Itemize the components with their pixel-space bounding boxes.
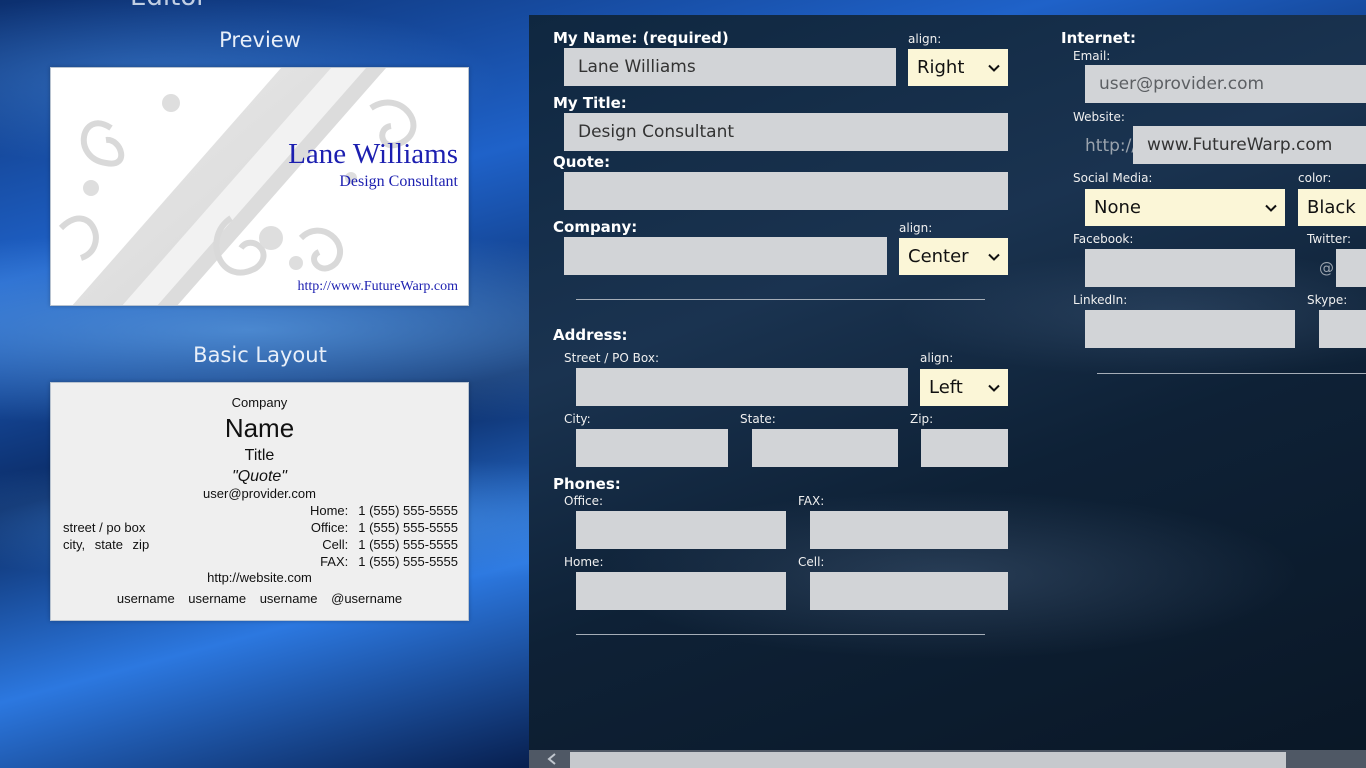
phone-label: Home: (309, 503, 349, 518)
layout-phone-row: Office: 1 (555) 555-5555 (310, 519, 458, 536)
facebook-input[interactable] (1085, 249, 1295, 287)
title-label: My Title: (553, 94, 627, 112)
twitter-input[interactable] (1336, 249, 1366, 287)
phones-label: Phones: (553, 475, 621, 493)
company-label: Company: (553, 218, 638, 236)
layout-phone-row: Home: 1 (555) 555-5555 (310, 502, 458, 519)
layout-company: Company (231, 395, 288, 410)
app-title: Editor (130, 0, 207, 12)
phone-label: FAX: (320, 554, 349, 569)
phone-label: Office: (310, 520, 349, 535)
address-align-label: align: (920, 351, 954, 365)
cell-phone-input[interactable] (810, 572, 1008, 610)
office-phone-input[interactable] (576, 511, 786, 549)
section-divider (1097, 373, 1366, 374)
layout-street: street / po box (63, 520, 146, 535)
street-input[interactable] (576, 368, 908, 406)
company-align-select[interactable]: Center (899, 238, 1008, 275)
skype-input[interactable] (1319, 310, 1366, 348)
layout-name: Name (224, 413, 295, 443)
zip-label: Zip: (910, 412, 934, 426)
phone-value: 1 (555) 555-5555 (358, 537, 458, 552)
skype-label: Skype: (1307, 293, 1348, 307)
basic-layout-card: Company Name Title "Quote" user@provider… (50, 382, 469, 621)
basic-layout-heading: Basic Layout (193, 343, 327, 367)
preview-heading: Preview (219, 28, 301, 52)
cell-phone-label: Cell: (798, 555, 825, 569)
preview-card-name: Lane Williams (288, 138, 458, 170)
name-align-value: Right (917, 57, 965, 78)
phone-label: Cell: (322, 537, 349, 552)
layout-title: Title (244, 447, 275, 464)
layout-city: city, state zip (63, 537, 150, 552)
layout-social: username username username @username (116, 591, 403, 606)
preview-card-title: Design Consultant (339, 173, 458, 190)
website-input[interactable]: www.FutureWarp.com (1133, 126, 1366, 164)
name-label: My Name: (required) (553, 29, 729, 47)
quote-label: Quote: (553, 153, 611, 171)
social-media-value: None (1094, 197, 1141, 218)
preview-card-website: http://www.FutureWarp.com (297, 279, 459, 294)
name-align-select[interactable]: Right (908, 49, 1008, 86)
street-label: Street / PO Box: (564, 351, 659, 365)
layout-phones: Home: 1 (555) 555-5555 Office: 1 (555) 555… (310, 502, 458, 570)
company-align-label: align: (899, 221, 933, 235)
fax-label: FAX: (798, 494, 825, 508)
layout-email: user@provider.com (203, 486, 316, 501)
twitter-label: Twitter: (1307, 232, 1352, 246)
email-input[interactable]: user@provider.com (1085, 65, 1366, 103)
section-divider (576, 299, 985, 300)
city-label: City: (564, 412, 591, 426)
layout-phone-row: FAX: 1 (555) 555-5555 (310, 553, 458, 570)
address-label: Address: (553, 326, 628, 344)
chevron-down-icon (988, 64, 1000, 72)
chevron-down-icon (988, 253, 1000, 261)
twitter-prefix: @ (1319, 259, 1334, 277)
address-align-value: Left (929, 377, 963, 398)
state-label: State: (740, 412, 776, 426)
layout-website: http://website.com (207, 570, 312, 585)
social-media-label: Social Media: (1073, 171, 1153, 185)
fax-input[interactable] (810, 511, 1008, 549)
phone-value: 1 (555) 555-5555 (358, 503, 458, 518)
website-prefix: http:// (1085, 136, 1138, 156)
home-phone-label: Home: (564, 555, 604, 569)
color-label: color: (1298, 171, 1332, 185)
scroll-left-button[interactable] (535, 750, 569, 768)
quote-input[interactable] (564, 172, 1008, 210)
social-media-select[interactable]: None (1085, 189, 1285, 226)
state-input[interactable] (752, 429, 898, 467)
chevron-left-icon (547, 753, 556, 765)
linkedin-input[interactable] (1085, 310, 1295, 348)
website-label: Website: (1073, 110, 1125, 124)
facebook-label: Facebook: (1073, 232, 1134, 246)
linkedin-label: LinkedIn: (1073, 293, 1128, 307)
home-phone-input[interactable] (576, 572, 786, 610)
layout-phone-row: Cell: 1 (555) 555-5555 (310, 536, 458, 553)
email-label: Email: (1073, 49, 1111, 63)
chevron-down-icon (988, 384, 1000, 392)
phone-value: 1 (555) 555-5555 (358, 520, 458, 535)
internet-label: Internet: (1061, 29, 1137, 47)
company-align-value: Center (908, 246, 969, 267)
color-select[interactable]: Black (1298, 189, 1366, 226)
name-input[interactable]: Lane Williams (564, 48, 896, 86)
city-input[interactable] (576, 429, 728, 467)
name-align-label: align: (908, 32, 942, 46)
layout-quote: "Quote" (232, 468, 287, 485)
address-align-select[interactable]: Left (920, 369, 1008, 406)
title-input[interactable]: Design Consultant (564, 113, 1008, 151)
phone-value: 1 (555) 555-5555 (358, 554, 458, 569)
chevron-down-icon (1265, 204, 1277, 212)
zip-input[interactable] (921, 429, 1008, 467)
preview-card: Lane Williams Design Consultant http://w… (50, 67, 469, 306)
company-input[interactable] (564, 237, 887, 275)
color-value: Black (1307, 197, 1356, 218)
office-phone-label: Office: (564, 494, 604, 508)
scrollbar-thumb[interactable] (570, 752, 1286, 768)
section-divider (576, 634, 985, 635)
